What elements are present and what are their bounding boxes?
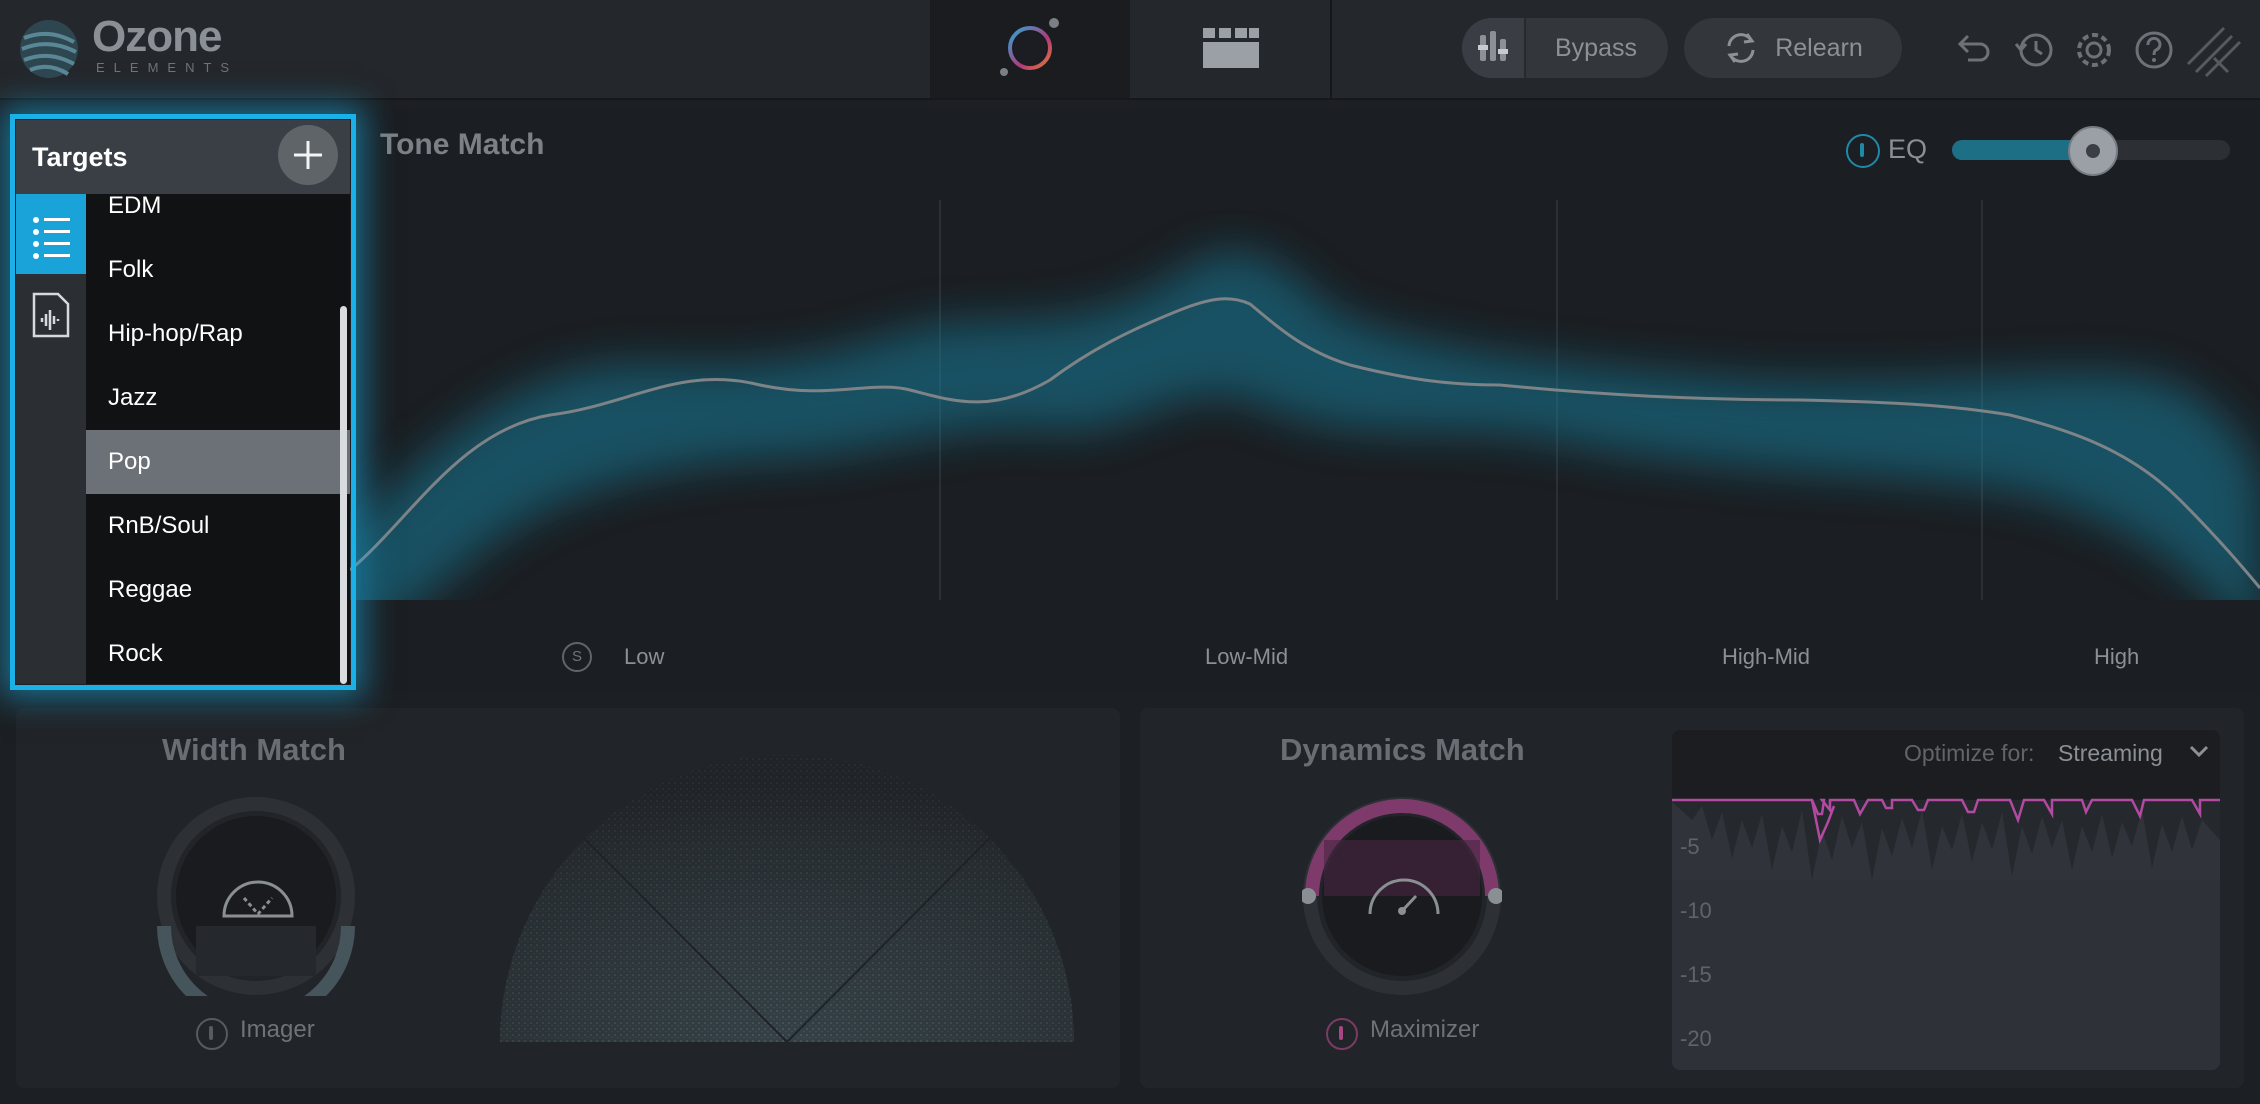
imager-knob[interactable]: [156, 796, 356, 996]
db-tick-label: -5: [1680, 834, 1700, 859]
db-tick-label: -15: [1680, 962, 1712, 987]
bypass-label: Bypass: [1555, 33, 1637, 62]
gear-icon[interactable]: [2074, 30, 2114, 70]
dynamics-graph: [1672, 730, 2220, 1070]
tab-assistant[interactable]: [930, 0, 1130, 98]
maximizer-label: Maximizer: [1370, 1016, 1480, 1043]
maximizer-power-toggle[interactable]: [1326, 1018, 1358, 1050]
imager-label: Imager: [240, 1016, 315, 1043]
optimize-for-dropdown[interactable]: Streaming: [2058, 740, 2163, 767]
bypass-button[interactable]: Bypass: [1462, 18, 1668, 78]
tab-modules[interactable]: [1130, 0, 1332, 98]
chevron-down-icon[interactable]: [2188, 744, 2210, 760]
db-tick-label: -20: [1680, 1026, 1712, 1051]
band-label-low: Low: [624, 644, 665, 669]
band-label-high: High: [2094, 644, 2140, 669]
logo-text: Ozone: [92, 12, 222, 61]
refresh-icon: [1727, 33, 1755, 63]
relearn-button[interactable]: Relearn: [1684, 18, 1902, 78]
imager-power-toggle[interactable]: [196, 1018, 228, 1050]
band-label-low-mid: Low-Mid: [1205, 644, 1289, 669]
relearn-label: Relearn: [1775, 33, 1863, 62]
mode-tabs: [930, 0, 1332, 98]
bypass-meter-icon: [1462, 18, 1526, 78]
modules-grid-icon: [1203, 28, 1259, 68]
eq-label: EQ: [1888, 134, 1928, 164]
assistant-orb-icon: [1000, 18, 1059, 76]
undo-icon[interactable]: [1952, 30, 1992, 70]
stereo-vectorscope: [500, 755, 1074, 1042]
history-icon[interactable]: [2014, 30, 2054, 70]
eq-power-toggle[interactable]: [1846, 134, 1880, 168]
eq-slider-knob[interactable]: [2068, 126, 2118, 176]
optimize-for-label: Optimize for:: [1904, 740, 2035, 766]
tone-match-title: Tone Match: [380, 128, 545, 161]
solo-button[interactable]: S: [562, 642, 592, 672]
logo-mark-icon: [2186, 26, 2242, 78]
width-match-title: Width Match: [162, 732, 346, 767]
db-tick-label: -10: [1680, 898, 1712, 923]
targets-panel-highlight: [10, 114, 356, 690]
dynamics-match-title: Dynamics Match: [1280, 732, 1525, 767]
logo-subtitle: ELEMENTS: [96, 60, 239, 75]
ozone-logo-icon: [20, 20, 78, 78]
band-label-high-mid: High-Mid: [1722, 644, 1811, 669]
maximizer-knob[interactable]: [1302, 796, 1502, 996]
help-icon[interactable]: [2134, 30, 2174, 70]
tone-curve-graph[interactable]: [350, 200, 2260, 600]
